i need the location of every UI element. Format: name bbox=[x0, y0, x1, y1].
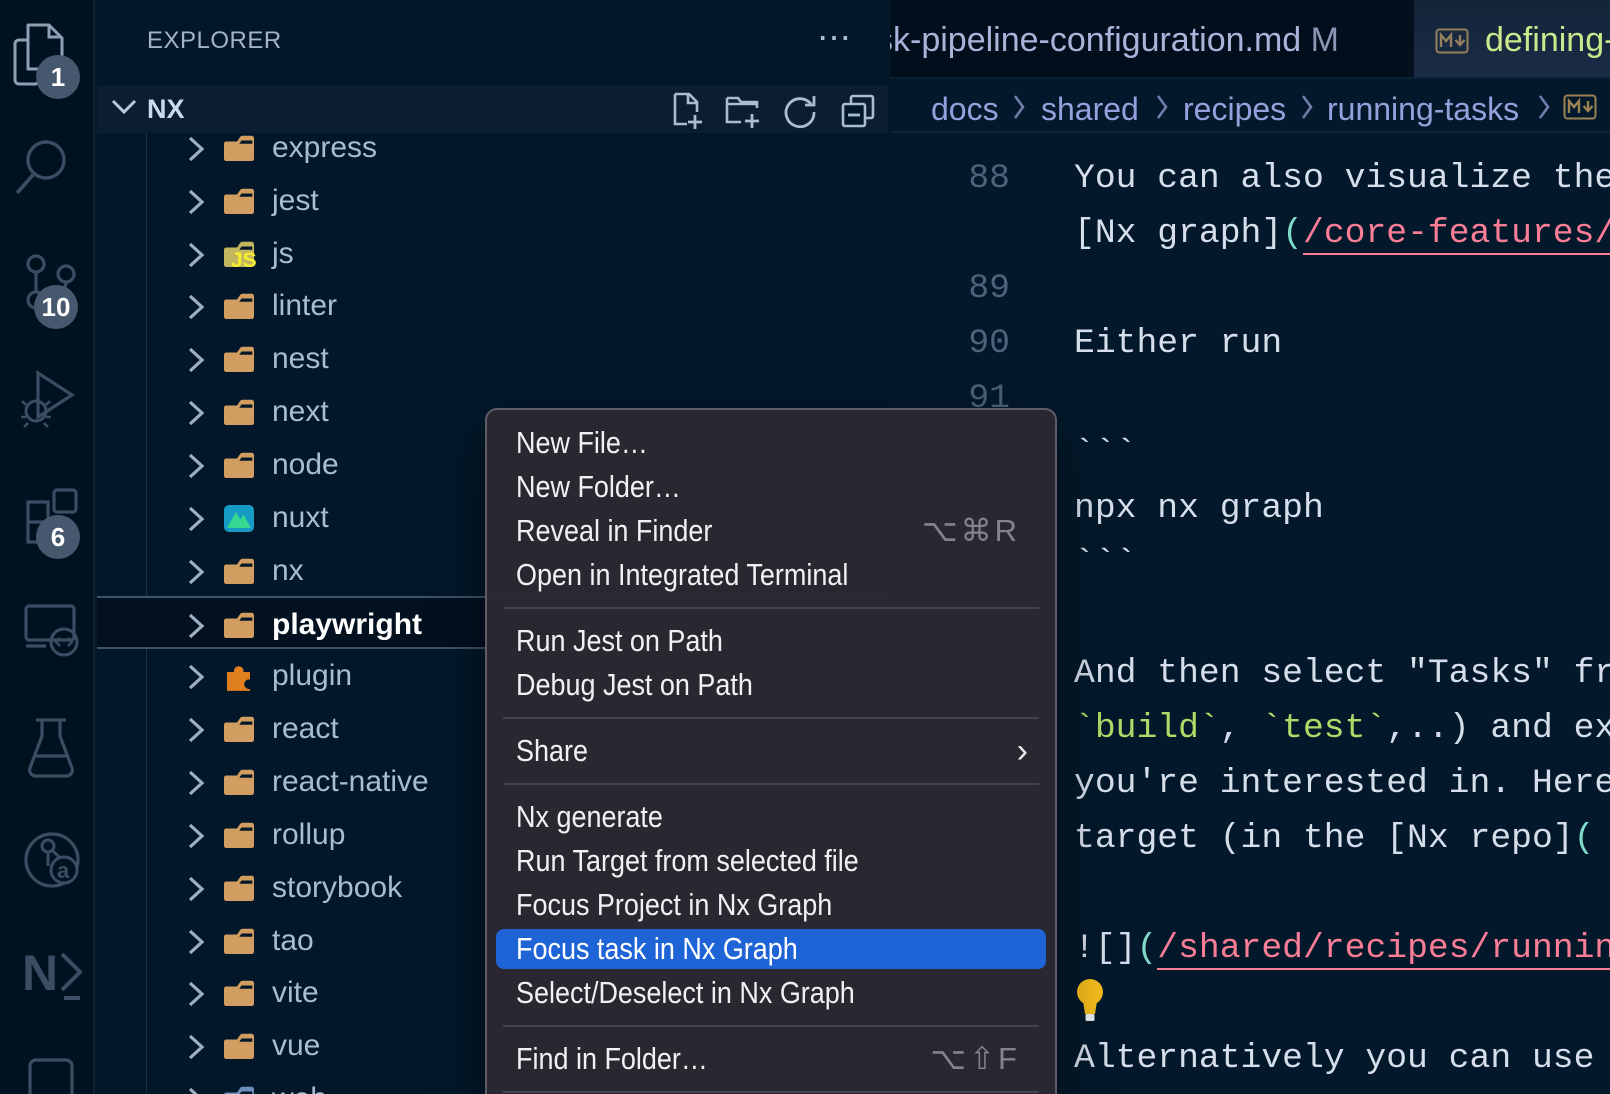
svg-text:a: a bbox=[57, 858, 70, 883]
svg-text:JS: JS bbox=[231, 249, 256, 269]
svg-text:N: N bbox=[22, 946, 58, 1001]
